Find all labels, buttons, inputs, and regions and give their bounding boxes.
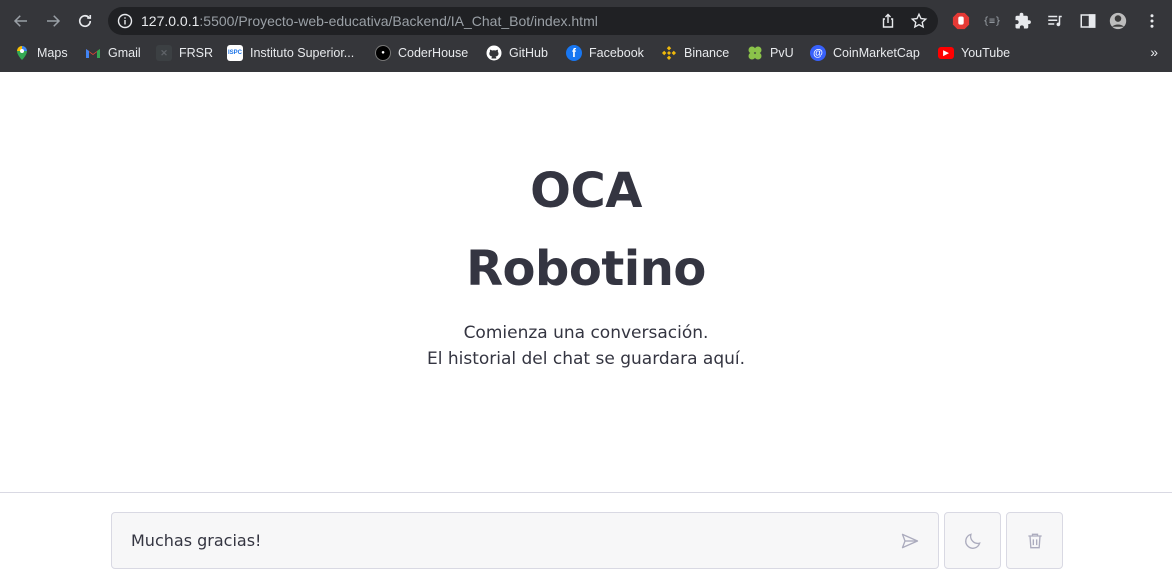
bookmark-coinmarketcap[interactable]: @ CoinMarketCap bbox=[810, 42, 920, 64]
side-panel-icon[interactable] bbox=[1078, 11, 1098, 31]
pvu-icon bbox=[748, 46, 762, 60]
bookmark-maps[interactable]: Maps bbox=[14, 42, 68, 64]
theme-toggle-button[interactable] bbox=[944, 512, 1001, 569]
youtube-icon: ▶ bbox=[938, 47, 954, 59]
moon-icon bbox=[964, 532, 981, 549]
browser-chrome: 127.0.0.1:5500/Proyecto-web-educativa/Ba… bbox=[0, 0, 1172, 72]
welcome-section: OCA Robotino Comienza una conversación. … bbox=[0, 152, 1172, 372]
arrow-left-icon bbox=[13, 15, 27, 27]
github-icon bbox=[486, 45, 502, 61]
bookmark-binance[interactable]: Binance bbox=[661, 42, 729, 64]
bookmark-label: PvU bbox=[770, 46, 794, 60]
bookmark-label: Facebook bbox=[589, 46, 644, 60]
bookmark-gmail[interactable]: Gmail bbox=[85, 42, 141, 64]
puzzle-extensions-icon[interactable] bbox=[1013, 11, 1033, 31]
bookmark-label: Maps bbox=[37, 46, 68, 60]
info-icon[interactable] bbox=[117, 13, 133, 29]
bookmark-label: CoderHouse bbox=[398, 46, 469, 60]
bookmark-label: FRSR bbox=[179, 46, 214, 60]
send-icon[interactable] bbox=[900, 531, 920, 551]
url-host: 127.0.0.1 bbox=[141, 13, 200, 29]
bookmark-facebook[interactable]: f Facebook bbox=[566, 42, 644, 64]
trash-icon bbox=[1027, 533, 1042, 548]
url-text[interactable]: 127.0.0.1:5500/Proyecto-web-educativa/Ba… bbox=[141, 13, 598, 29]
chat-input-container bbox=[111, 512, 939, 569]
url-path: :5500/Proyecto-web-educativa/Backend/IA_… bbox=[199, 13, 598, 29]
title-line-1: OCA bbox=[530, 163, 642, 219]
bookmark-label: GitHub bbox=[509, 46, 548, 60]
welcome-subtitle: Comienza una conversación. El historial … bbox=[0, 320, 1172, 372]
bookmark-github[interactable]: GitHub bbox=[486, 42, 548, 64]
extension-brackets-icon[interactable]: {≡} bbox=[982, 11, 1002, 31]
ispc-icon: ISPC bbox=[227, 45, 243, 61]
frsr-icon: ✕ bbox=[156, 45, 172, 61]
bookmark-label: Instituto Superior... bbox=[250, 46, 355, 60]
reload-button[interactable] bbox=[72, 8, 98, 34]
input-divider bbox=[0, 492, 1172, 493]
bookmark-star-icon[interactable] bbox=[910, 12, 928, 30]
facebook-icon: f bbox=[566, 45, 582, 61]
adblock-extension-icon[interactable] bbox=[951, 11, 971, 31]
bookmark-coderhouse[interactable]: ● CoderHouse bbox=[375, 42, 468, 64]
arrow-right-icon bbox=[47, 15, 61, 27]
browser-menu-icon[interactable] bbox=[1142, 11, 1162, 31]
chat-page: OCA Robotino Comienza una conversación. … bbox=[0, 72, 1172, 588]
forward-button[interactable] bbox=[40, 8, 66, 34]
binance-icon bbox=[662, 46, 676, 60]
browser-toolbar: 127.0.0.1:5500/Proyecto-web-educativa/Ba… bbox=[0, 4, 1172, 38]
coderhouse-icon: ● bbox=[375, 45, 391, 61]
bookmark-label: Gmail bbox=[108, 46, 141, 60]
coinmarketcap-icon: @ bbox=[810, 45, 826, 61]
bookmark-youtube[interactable]: ▶ YouTube bbox=[938, 42, 1010, 64]
more-bookmarks-button[interactable]: » bbox=[1150, 44, 1158, 60]
gmail-icon bbox=[86, 49, 100, 58]
subtitle-line-2: El historial del chat se guardara aquí. bbox=[426, 349, 746, 369]
share-icon[interactable] bbox=[880, 13, 896, 29]
chat-message-input[interactable] bbox=[131, 513, 871, 568]
bookmark-instituto[interactable]: ISPC Instituto Superior... bbox=[227, 42, 354, 64]
title-line-2: Robotino bbox=[466, 241, 706, 297]
media-queue-icon[interactable] bbox=[1045, 11, 1065, 31]
address-bar[interactable]: 127.0.0.1:5500/Proyecto-web-educativa/Ba… bbox=[108, 7, 938, 35]
back-button[interactable] bbox=[8, 8, 34, 34]
bookmark-label: YouTube bbox=[961, 46, 1011, 60]
page-title: OCA Robotino bbox=[0, 152, 1172, 308]
subtitle-line-1: Comienza una conversación. bbox=[463, 323, 709, 343]
bookmark-label: CoinMarketCap bbox=[833, 46, 920, 60]
profile-avatar[interactable] bbox=[1108, 11, 1128, 31]
delete-chat-button[interactable] bbox=[1006, 512, 1063, 569]
bookmark-frsr[interactable]: ✕ FRSR bbox=[156, 42, 213, 64]
bookmark-label: Binance bbox=[684, 46, 730, 60]
maps-icon bbox=[17, 46, 27, 60]
bookmarks-bar: Maps Gmail ✕ FRSR ISPC Instituto Superio… bbox=[0, 42, 1172, 64]
bookmark-pvu[interactable]: PvU bbox=[747, 42, 794, 64]
reload-icon bbox=[78, 14, 92, 28]
